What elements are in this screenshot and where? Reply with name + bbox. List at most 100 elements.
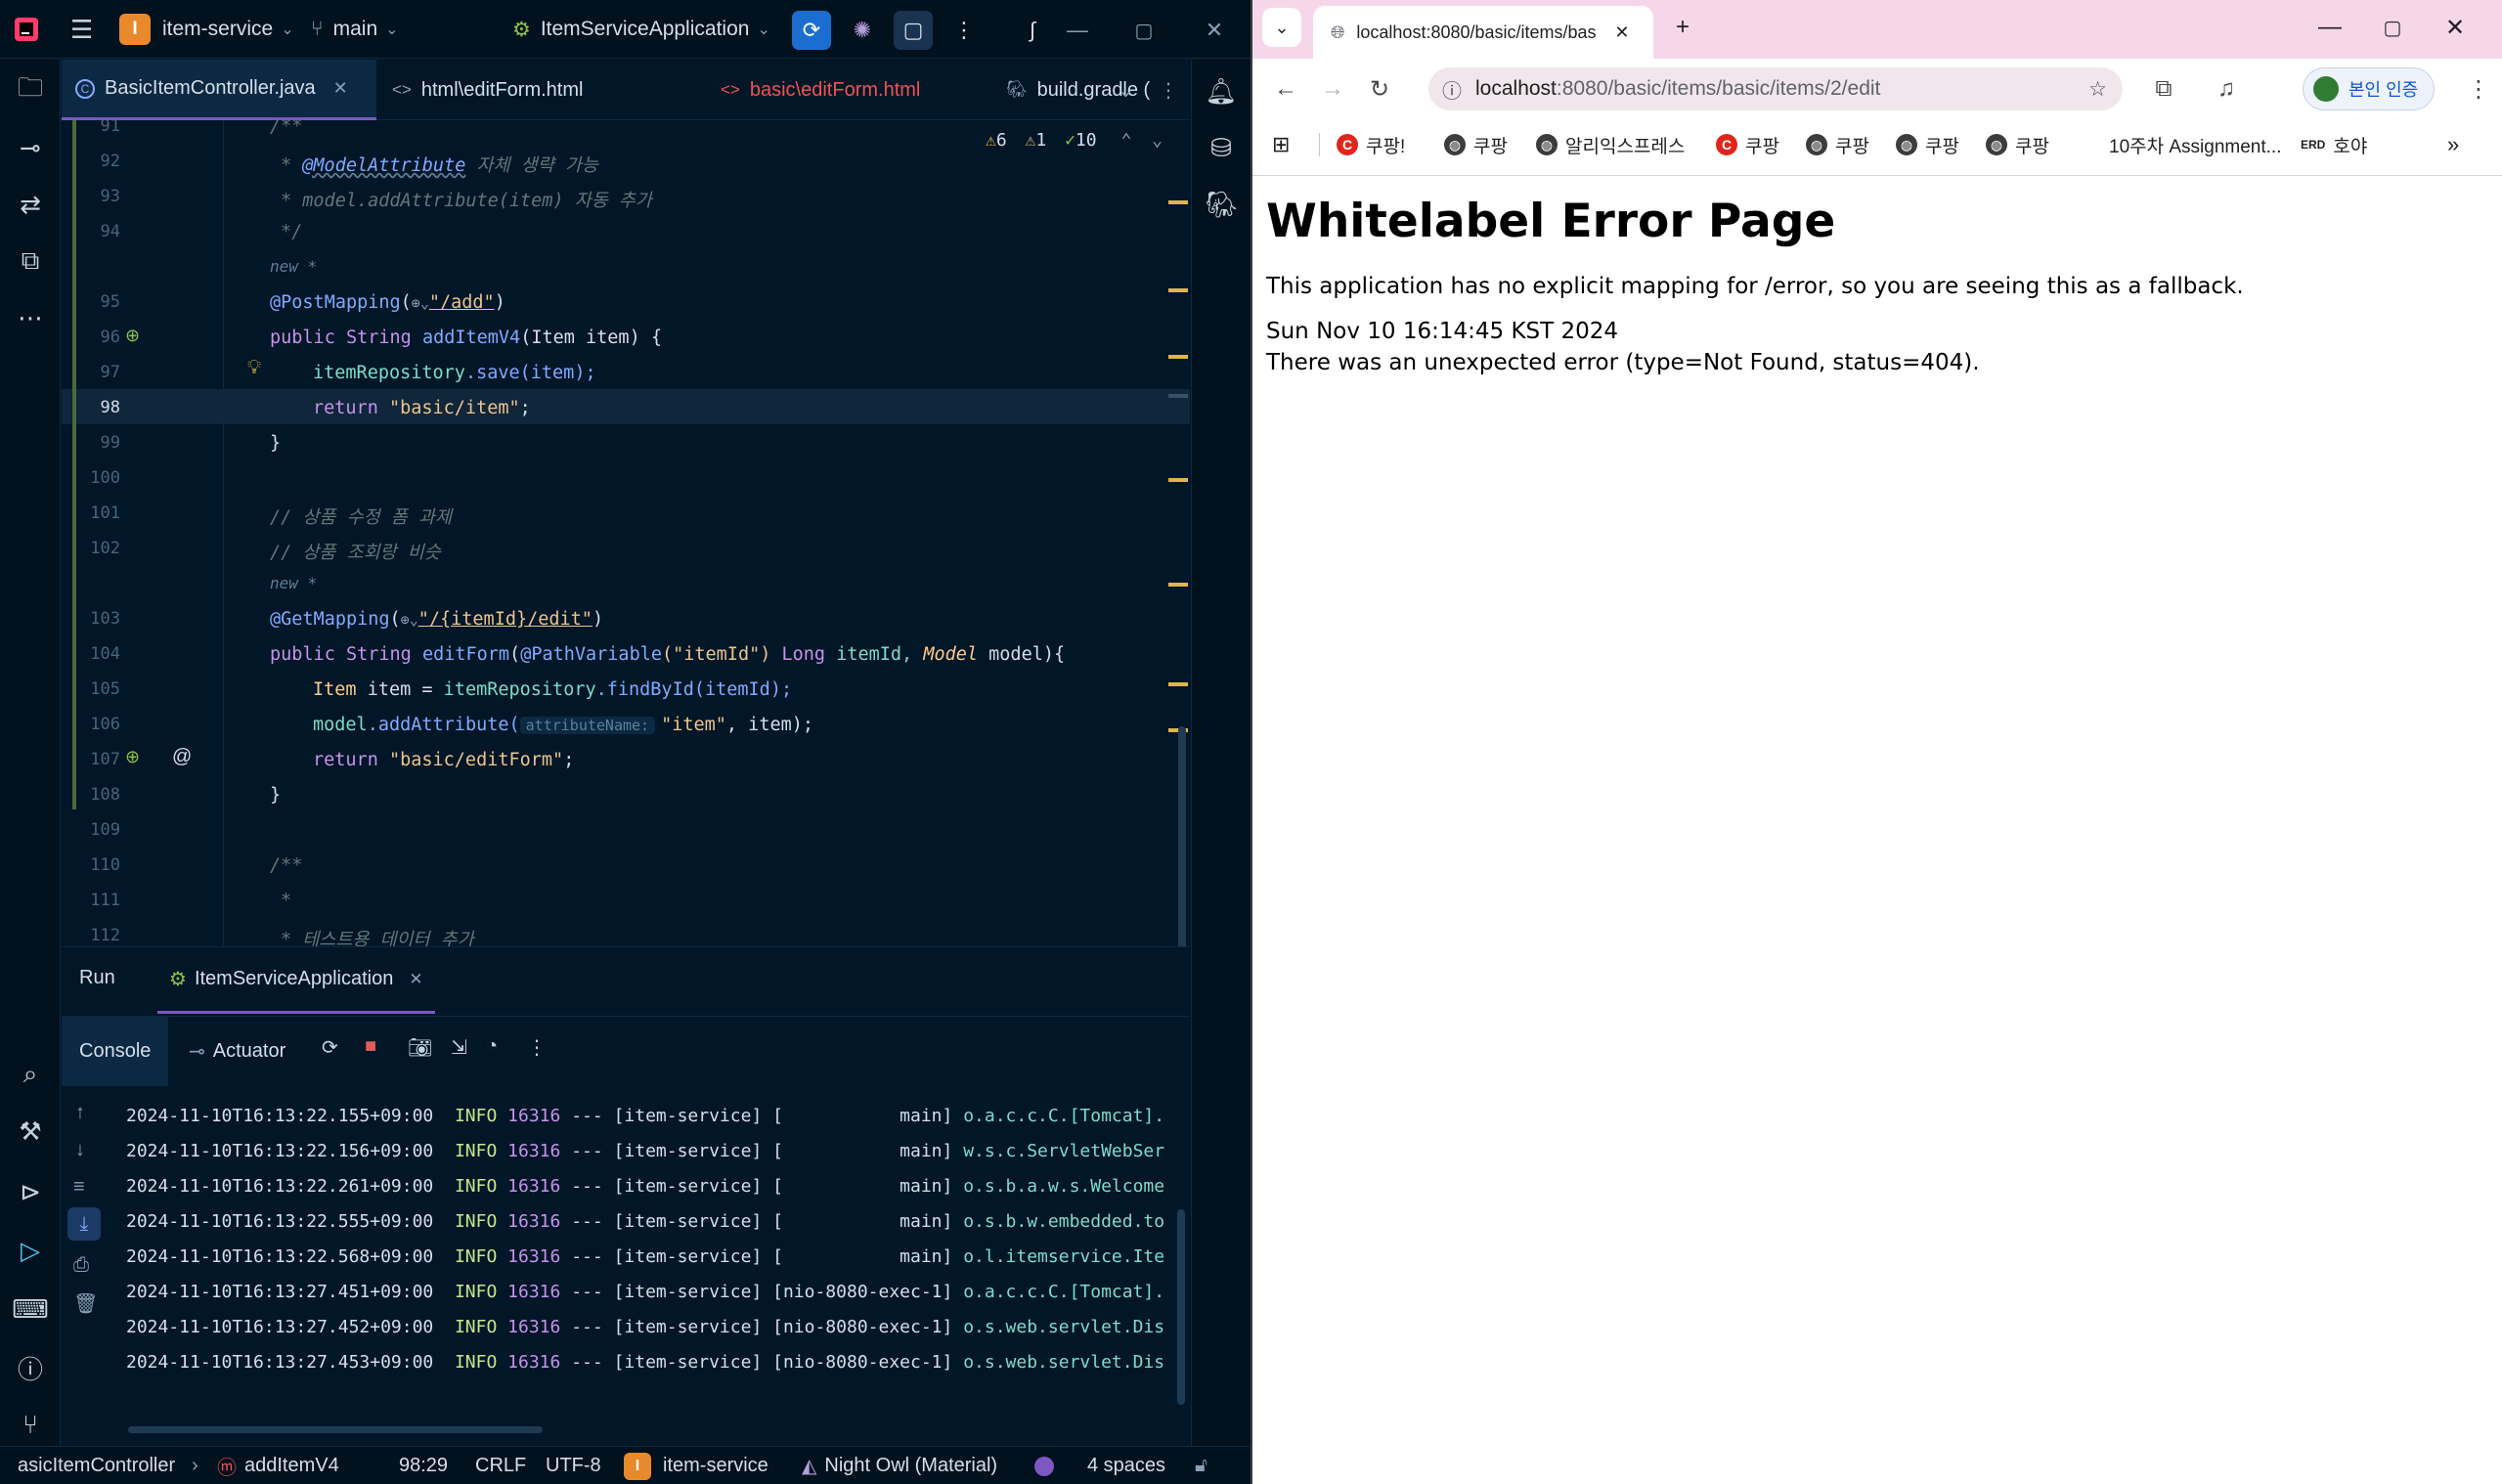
tab-actuator[interactable]: ⊸ Actuator xyxy=(189,1016,285,1086)
bookmark-item[interactable]: 10주차 Assignment... xyxy=(2109,119,2281,170)
reload-icon[interactable]: ↻ xyxy=(1360,69,1399,109)
close-window-button[interactable]: ✕ xyxy=(2436,8,2475,47)
commit-icon[interactable]: ⊸ xyxy=(0,126,61,169)
bookmark-item[interactable]: ◍ 알리익스프레스 xyxy=(1536,119,1685,170)
editor-scrollbar[interactable] xyxy=(1178,726,1186,946)
more-icon[interactable]: ⋮ xyxy=(527,1035,547,1060)
bookmarks-overflow-icon[interactable]: » xyxy=(2447,119,2459,170)
extensions-icon[interactable]: ⧉ xyxy=(2144,69,2183,109)
gradle-icon[interactable]: 🐘︎ xyxy=(1192,183,1250,226)
run-config-selector[interactable]: ⚙ ItemServiceApplication ⌄ xyxy=(512,0,770,59)
terminal-icon[interactable]: ⌨ xyxy=(0,1288,61,1331)
line-separator[interactable]: CRLF xyxy=(475,1447,526,1484)
read-only-lock-icon[interactable]: 🔓︎ xyxy=(1195,1447,1207,1484)
breadcrumb-class[interactable]: asicItemController xyxy=(18,1447,175,1484)
scroll-down-icon[interactable]: ↓ xyxy=(75,1139,85,1161)
back-arrow-icon[interactable]: ← xyxy=(1266,69,1305,109)
error-stripe-mark[interactable] xyxy=(1168,682,1188,686)
error-stripe-mark[interactable] xyxy=(1168,288,1188,292)
prev-highlight-icon[interactable]: ⌃ xyxy=(1120,130,1131,151)
console-horizontal-scrollbar[interactable] xyxy=(128,1426,543,1433)
clear-trash-icon[interactable]: 🗑︎ xyxy=(73,1291,98,1316)
maximize-button[interactable]: ▢ xyxy=(2373,8,2412,47)
close-window-button[interactable]: ✕ xyxy=(1195,11,1234,50)
tab-item-service-application[interactable]: ⚙ ItemServiceApplication ✕ xyxy=(157,947,435,1014)
close-tab-icon[interactable]: ✕ xyxy=(409,970,422,989)
tab-more-icon[interactable]: ⋮ xyxy=(1145,60,1184,120)
ide-logo-icon[interactable] xyxy=(14,0,39,59)
bookmark-item[interactable]: ◍ 쿠팡 xyxy=(1896,119,1959,170)
git-icon[interactable]: ⑂ xyxy=(0,1403,61,1446)
rerun-icon[interactable]: ⟳ xyxy=(322,1035,338,1060)
main-menu-icon[interactable]: ☰ xyxy=(70,0,93,59)
minimize-button[interactable]: — xyxy=(1058,11,1097,50)
problems-icon[interactable]: ⓘ xyxy=(0,1346,61,1389)
new-tab-icon[interactable]: + xyxy=(1663,8,1702,47)
next-highlight-icon[interactable]: ⌄ xyxy=(1152,130,1163,151)
tab-basic-editform[interactable]: <> basic\editForm.html xyxy=(707,60,1022,120)
ai-assistant-icon[interactable]: ∫ xyxy=(1013,11,1052,50)
console-vertical-scrollbar[interactable] xyxy=(1177,1209,1185,1405)
rerun-button[interactable]: ⟳ xyxy=(792,11,831,50)
stop-icon[interactable]: ■ xyxy=(365,1035,376,1058)
media-controls-icon[interactable]: ♫ xyxy=(2207,69,2246,109)
bookmark-item[interactable]: ◍ 쿠팡 xyxy=(1444,119,1508,170)
search-icon[interactable]: ⌕ xyxy=(0,1053,61,1096)
tab-search-chevron-icon[interactable]: ⌄ xyxy=(1262,8,1301,47)
maximize-button[interactable]: ▢ xyxy=(1124,11,1163,50)
bookmark-star-icon[interactable]: ☆ xyxy=(2088,77,2107,102)
stop-button[interactable]: ▢ xyxy=(894,11,933,50)
address-bar[interactable]: ⓘ localhost:8080/basic/items/basic/items… xyxy=(1428,67,2123,110)
caret-position[interactable]: 98:29 xyxy=(399,1447,448,1484)
bookmark-item[interactable]: ◍ 쿠팡 xyxy=(1986,119,2049,170)
indent-setting[interactable]: 4 spaces xyxy=(1087,1447,1165,1484)
error-stripe-mark[interactable] xyxy=(1168,200,1188,204)
run-icon[interactable]: ▷ xyxy=(0,1229,61,1272)
forward-arrow-icon[interactable]: → xyxy=(1313,69,1352,109)
lightbulb-icon[interactable]: 💡︎ xyxy=(247,357,261,379)
camera-icon[interactable]: 📷︎ xyxy=(408,1035,432,1060)
tabs-overflow-icon[interactable]: ⌄ xyxy=(1104,60,1143,120)
project-folder-icon[interactable]: 🗀 xyxy=(0,69,61,112)
bean-gutter-icon[interactable]: ⊕ xyxy=(125,326,140,346)
tab-html-editform[interactable]: <> html\editForm.html xyxy=(378,60,706,120)
tab-console[interactable]: Console xyxy=(62,1016,169,1086)
code-editor[interactable]: ⚠6 ⚠1 ✓10 ⌃ ⌄ 91 92 93 94 95 96 97 98 99… xyxy=(62,120,1190,946)
apps-grid-icon[interactable]: ⊞ xyxy=(1272,119,1290,170)
error-stripe-mark[interactable] xyxy=(1168,394,1188,398)
debug-button[interactable]: ✺ xyxy=(843,11,882,50)
profile-button[interactable]: 본인 인증 xyxy=(2303,67,2436,110)
bookmark-item[interactable]: ERD 호야 xyxy=(2301,119,2367,170)
database-icon[interactable]: ⛁ xyxy=(1192,126,1250,169)
close-tab-icon[interactable]: ✕ xyxy=(1614,22,1629,43)
bookmark-item[interactable]: ◍ 쿠팡 xyxy=(1806,119,1869,170)
bookmark-item[interactable]: C 쿠팡 xyxy=(1716,119,1779,170)
project-selector[interactable]: I item-service ⌄ xyxy=(119,0,294,59)
exit-icon[interactable]: ⇲ xyxy=(451,1035,467,1060)
error-stripe-mark[interactable] xyxy=(1168,583,1188,587)
theme-selector[interactable]: ◭ Night Owl (Material) xyxy=(802,1447,997,1484)
breadcrumb-method[interactable]: ⓜ addItemV4 xyxy=(217,1447,339,1484)
pull-requests-icon[interactable]: ⇄ xyxy=(0,183,61,226)
site-info-icon[interactable]: ⓘ xyxy=(1442,75,1462,104)
error-stripe-mark[interactable] xyxy=(1168,355,1188,359)
more-actions-icon[interactable]: ⋮ xyxy=(944,11,984,50)
minimize-button[interactable]: — xyxy=(2310,8,2349,47)
soft-wrap-icon[interactable]: ≡ xyxy=(73,1176,85,1199)
status-project[interactable]: Iitem-service xyxy=(624,1447,768,1484)
build-hammer-icon[interactable]: ⚒ xyxy=(0,1110,61,1153)
file-encoding[interactable]: UTF-8 xyxy=(546,1447,601,1484)
services-icon[interactable]: ⊳ xyxy=(0,1170,61,1213)
branch-selector[interactable]: ⑂ main ⌄ xyxy=(311,0,399,59)
more-tools-icon[interactable]: ⋯ xyxy=(0,296,61,339)
bookmark-item[interactable]: C 쿠팡! xyxy=(1337,119,1405,170)
notifications-bell-icon[interactable]: 🔔︎ xyxy=(1192,69,1250,112)
profiler-icon[interactable]: ◔ xyxy=(486,1035,498,1058)
bean-gutter-icon[interactable]: ⊕ xyxy=(125,747,140,767)
scroll-up-icon[interactable]: ↑ xyxy=(75,1102,85,1124)
print-icon[interactable]: ⎙ xyxy=(73,1254,89,1277)
endpoint-gutter-icon[interactable]: @ xyxy=(172,746,192,768)
scroll-to-end-icon[interactable]: ⤓ xyxy=(67,1207,101,1241)
error-stripe-mark[interactable] xyxy=(1168,478,1188,482)
close-tab-icon[interactable]: ✕ xyxy=(333,78,348,99)
